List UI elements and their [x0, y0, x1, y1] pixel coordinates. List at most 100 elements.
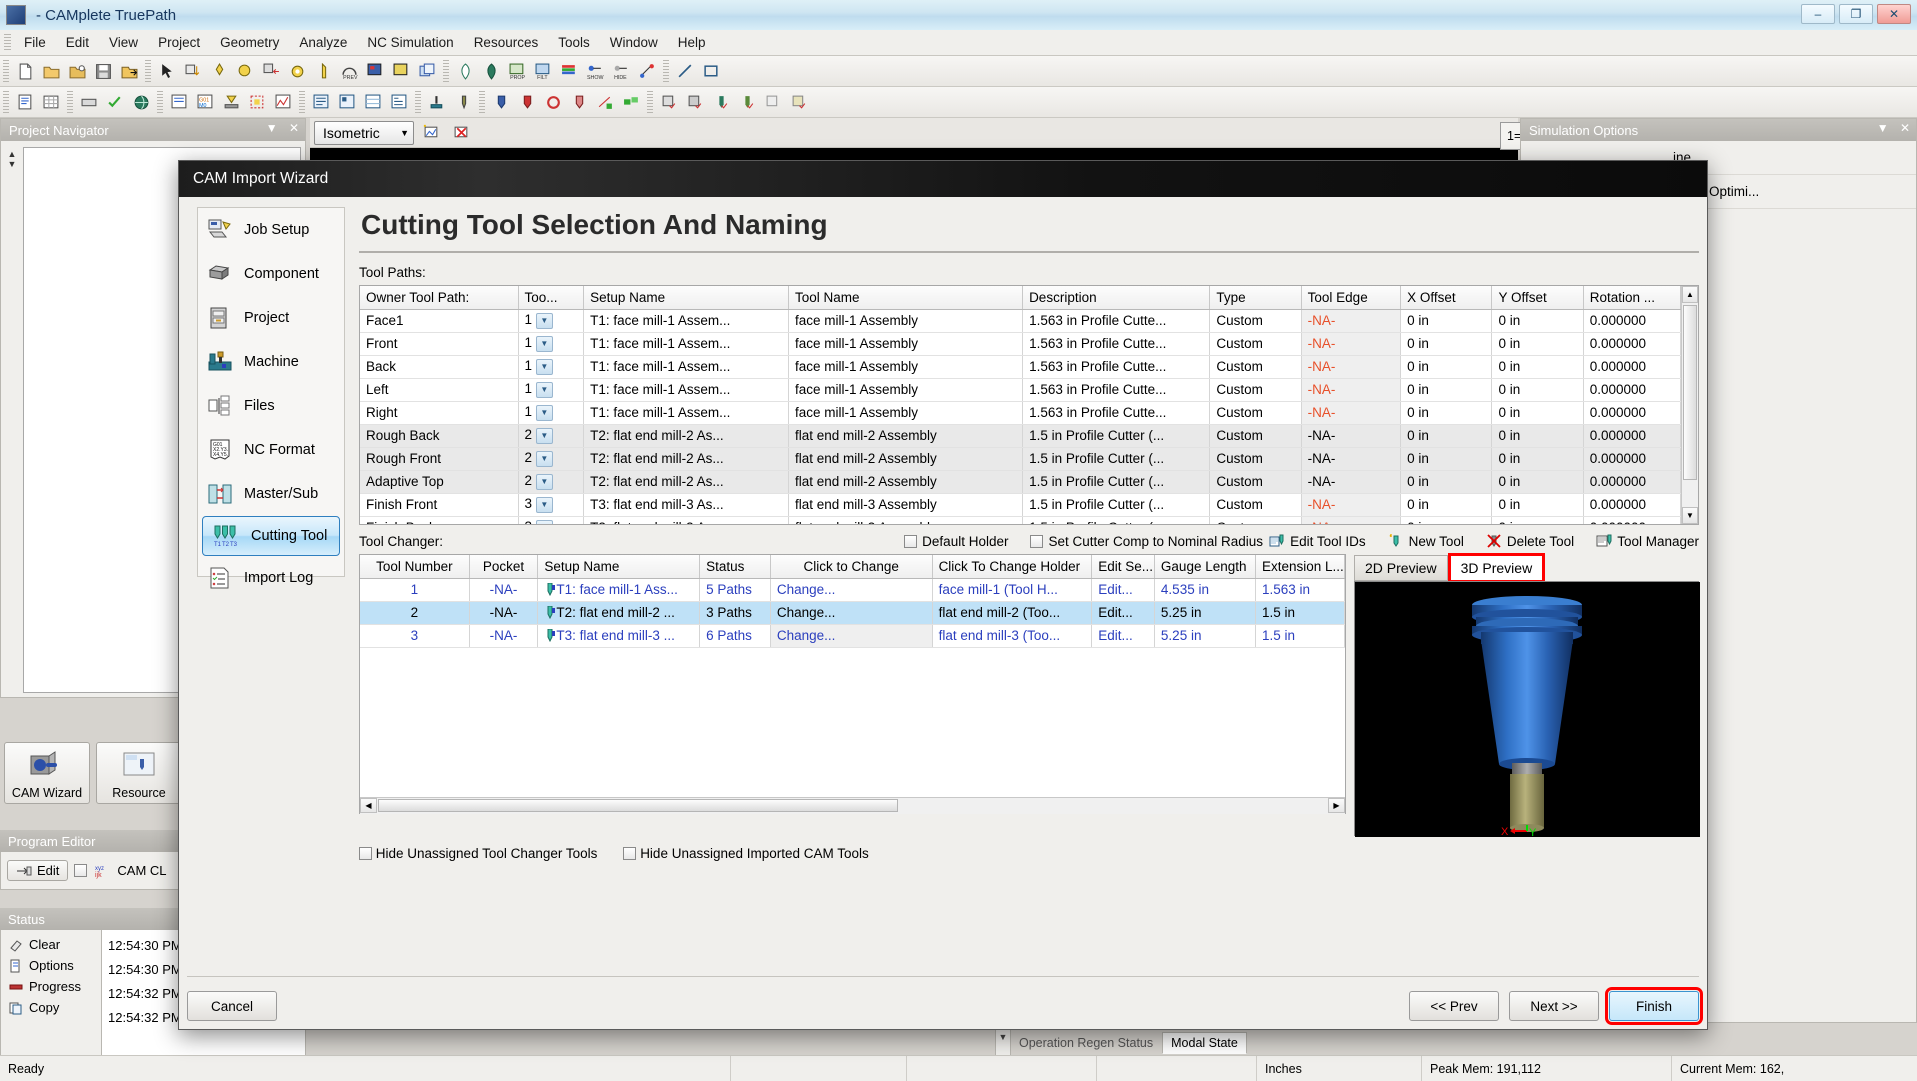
- globe-icon[interactable]: [129, 90, 153, 114]
- col-click-to-change-holder[interactable]: Click To Change Holder: [932, 555, 1093, 579]
- cell-toolnum[interactable]: 2 ▼: [518, 470, 585, 494]
- cancel-button[interactable]: Cancel: [187, 991, 277, 1021]
- copy-view-icon[interactable]: [415, 59, 439, 83]
- check-tool4-icon[interactable]: [735, 90, 759, 114]
- col-tool-number[interactable]: Tool Number: [360, 555, 470, 579]
- hide-icon[interactable]: HIDE: [609, 59, 633, 83]
- sidebar-item-project[interactable]: Project: [198, 296, 344, 340]
- sidebar-item-files[interactable]: Files: [198, 384, 344, 428]
- color-layers-icon[interactable]: [557, 59, 581, 83]
- col-y-offset[interactable]: Y Offset: [1491, 286, 1584, 310]
- new-file-icon[interactable]: [13, 59, 37, 83]
- cell-change-link[interactable]: Change...: [770, 578, 933, 602]
- cell-edit-link[interactable]: Edit...: [1091, 624, 1155, 648]
- chevron-down-icon[interactable]: ▼: [535, 335, 553, 352]
- cell-toolnum[interactable]: 1 ▼: [518, 355, 585, 379]
- cell-toolnum[interactable]: 1 ▼: [518, 401, 585, 425]
- report-detail-icon[interactable]: [387, 90, 411, 114]
- col-pocket[interactable]: Pocket: [469, 555, 539, 579]
- chevron-down-icon[interactable]: ▼: [535, 381, 553, 398]
- toolpath-red1-icon[interactable]: [515, 90, 539, 114]
- chevron-down-icon[interactable]: ▼: [535, 358, 553, 375]
- new-tool-button[interactable]: New Tool: [1388, 533, 1464, 549]
- report-grid-icon[interactable]: [361, 90, 385, 114]
- toolchanger-horizontal-scrollbar[interactable]: ◀ ▶: [360, 797, 1345, 814]
- finish-button[interactable]: Finish: [1605, 987, 1703, 1025]
- col-setup-name[interactable]: Setup Name: [537, 555, 701, 579]
- col-status[interactable]: Status: [699, 555, 771, 579]
- tool-manager-button[interactable]: Tool Manager: [1596, 533, 1699, 549]
- check-tool3-icon[interactable]: [709, 90, 733, 114]
- table-row[interactable]: 3 -NA- T3: flat end mill-3 ... 6 Paths C…: [360, 624, 1345, 648]
- check-tool1-icon[interactable]: [657, 90, 681, 114]
- scroll-down-icon[interactable]: ▼: [1682, 507, 1698, 524]
- check-tool2-icon[interactable]: [683, 90, 707, 114]
- export-icon[interactable]: [117, 59, 141, 83]
- cell-holder-link[interactable]: flat end mill-2 (Too...: [932, 601, 1093, 625]
- toolpath-blue-icon[interactable]: [489, 90, 513, 114]
- table-row[interactable]: Front 1 ▼ T1: face mill-1 Assem... face …: [360, 332, 1681, 356]
- cell-toolnum[interactable]: 3 ▼: [518, 516, 585, 524]
- prev-button[interactable]: << Prev: [1409, 991, 1499, 1021]
- cell-edit-link[interactable]: Edit...: [1091, 601, 1155, 625]
- toolpath-add-icon[interactable]: [593, 90, 617, 114]
- delete-view-icon[interactable]: [449, 121, 473, 145]
- scroll-left-icon[interactable]: ◀: [360, 798, 377, 813]
- toolpath-link-icon[interactable]: [619, 90, 643, 114]
- save-view-icon[interactable]: [419, 121, 443, 145]
- status-action-copy[interactable]: Copy: [1, 997, 101, 1018]
- menu-item-file[interactable]: File: [14, 32, 56, 53]
- hide-unassigned-cam-checkbox[interactable]: [623, 847, 637, 860]
- open-recent-icon[interactable]: [65, 59, 89, 83]
- rotate-axis-icon[interactable]: [259, 59, 283, 83]
- resources-button[interactable]: Resource: [96, 742, 182, 804]
- fixture-icon[interactable]: [245, 90, 269, 114]
- close-button[interactable]: ✕: [1877, 4, 1911, 24]
- col-extension-length[interactable]: Extension L...: [1255, 555, 1345, 579]
- col-tool-name[interactable]: Tool Name: [788, 286, 1024, 310]
- filter-icon[interactable]: FILT: [531, 59, 555, 83]
- view-orientation-combo[interactable]: Isometric ▼: [314, 120, 414, 145]
- panel-menu-icon[interactable]: ▼: [1877, 121, 1889, 135]
- check-tool6-icon[interactable]: [787, 90, 811, 114]
- menu-item-help[interactable]: Help: [668, 32, 716, 53]
- set-cutter-comp-option[interactable]: Set Cutter Comp to Nominal Radius: [1030, 534, 1263, 549]
- panel-controls[interactable]: ▼ ✕: [258, 121, 299, 135]
- table-row[interactable]: Finish Front 3 ▼ T3: flat end mill-3 As.…: [360, 493, 1681, 517]
- col-type[interactable]: Type: [1209, 286, 1302, 310]
- tab-2d-preview[interactable]: 2D Preview: [1354, 555, 1448, 581]
- graph-icon[interactable]: [271, 90, 295, 114]
- select-arrow-icon[interactable]: [155, 59, 179, 83]
- sidebar-item-import-log[interactable]: Import Log: [198, 556, 344, 600]
- menu-item-geometry[interactable]: Geometry: [210, 32, 289, 53]
- cam-wizard-button[interactable]: CAM Wizard: [4, 742, 90, 804]
- preview-icon[interactable]: PREV: [337, 59, 361, 83]
- sidebar-item-master-sub[interactable]: Master/Sub: [198, 472, 344, 516]
- panel-close-icon[interactable]: ✕: [1900, 121, 1910, 135]
- save-icon[interactable]: [91, 59, 115, 83]
- document-list-icon[interactable]: [13, 90, 37, 114]
- table-row-selected[interactable]: 2 -NA- T2: flat end mill-2 ... 3 Paths C…: [360, 601, 1345, 625]
- toolbar-grip-handle[interactable]: [3, 60, 9, 82]
- status-action-options[interactable]: Options: [1, 955, 101, 976]
- table-row[interactable]: Adaptive Top 2 ▼ T2: flat end mill-2 As.…: [360, 470, 1681, 494]
- point-icon[interactable]: [207, 59, 231, 83]
- col-setup-name[interactable]: Setup Name: [583, 286, 789, 310]
- toolchanger-table-viewport[interactable]: Tool Number Pocket Setup Name Status Cli…: [360, 555, 1345, 797]
- cell-toolnum[interactable]: 1 ▼: [518, 332, 585, 356]
- setup-icon[interactable]: [219, 90, 243, 114]
- default-holder-option[interactable]: Default Holder: [904, 534, 1008, 549]
- cell-toolnum[interactable]: 1 ▼: [518, 378, 585, 402]
- scrollbar-thumb[interactable]: [1683, 305, 1697, 480]
- stock-icon[interactable]: [77, 90, 101, 114]
- cell-toolnum[interactable]: 2 ▼: [518, 424, 585, 448]
- tool-3d-preview[interactable]: Back ▼: [1354, 581, 1700, 837]
- program-view-icon[interactable]: [167, 90, 191, 114]
- col-owner-tool-path[interactable]: Owner Tool Path:: [360, 286, 519, 310]
- col-gauge-length[interactable]: Gauge Length: [1154, 555, 1256, 579]
- chevron-down-icon[interactable]: ▼: [535, 496, 553, 513]
- cell-change-link[interactable]: Change...: [770, 601, 933, 625]
- chevron-down-icon[interactable]: ▼: [535, 312, 553, 329]
- panel-close-icon[interactable]: ✕: [289, 121, 299, 135]
- scrollbar-thumb[interactable]: [378, 799, 898, 812]
